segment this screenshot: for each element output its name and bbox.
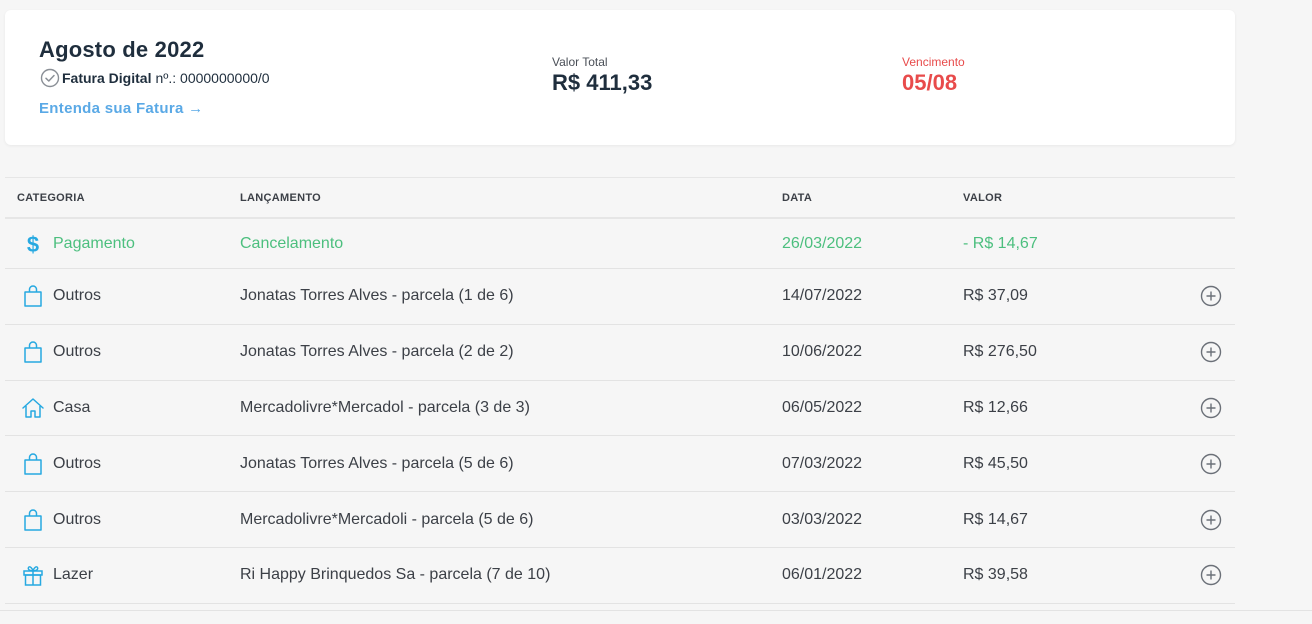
invoice-number: nº.: 0000000000/0 — [155, 70, 270, 86]
row-date: 06/01/2022 — [782, 566, 863, 584]
due-date-block: Vencimento 05/08 — [902, 55, 965, 96]
row-date: 03/03/2022 — [782, 510, 863, 528]
expand-row-icon[interactable] — [1200, 509, 1222, 531]
row-date: 14/07/2022 — [782, 287, 863, 305]
table-row: Outros Mercadolivre*Mercadoli - parcela … — [5, 492, 1235, 548]
expand-row-icon[interactable] — [1200, 564, 1222, 586]
invoice-summary-card: Agosto de 2022 Fatura Digital nº.: 00000… — [5, 10, 1235, 145]
row-value: R$ 39,58 — [963, 566, 1028, 584]
row-value: - R$ 14,67 — [963, 234, 1038, 252]
shopping-bag-icon — [21, 284, 45, 308]
gift-icon — [21, 563, 45, 587]
row-category-label: Outros — [53, 287, 102, 305]
table-row: Casa Mercadolivre*Mercadol - parcela (3 … — [5, 381, 1235, 437]
row-category-label: Outros — [53, 510, 102, 528]
row-category-label: Outros — [53, 343, 102, 361]
dollar-icon: $ — [21, 232, 45, 256]
due-date-value: 05/08 — [902, 70, 958, 95]
total-label: Valor Total — [552, 55, 608, 69]
divider — [0, 610, 1312, 611]
expand-row-icon[interactable] — [1200, 285, 1222, 307]
transactions-table: CATEGORIA LANÇAMENTO DATA VALOR $ Pagame… — [5, 177, 1235, 604]
row-category-label: Casa — [53, 398, 91, 416]
row-date: 10/06/2022 — [782, 343, 863, 361]
invoice-month-title: Agosto de 2022 — [39, 37, 205, 62]
expand-row-icon[interactable] — [1200, 453, 1222, 475]
row-category-label: Lazer — [53, 566, 94, 584]
total-amount-block: Valor Total R$ 411,33 — [552, 55, 652, 96]
row-value: R$ 12,66 — [963, 398, 1028, 416]
table-header: CATEGORIA LANÇAMENTO DATA VALOR — [5, 177, 1235, 219]
row-date: 26/03/2022 — [782, 234, 863, 252]
invoice-digital-label: Fatura Digital — [62, 70, 152, 86]
row-date: 07/03/2022 — [782, 454, 863, 472]
expand-row-icon[interactable] — [1200, 397, 1222, 419]
row-category: Outros — [21, 452, 101, 476]
row-description: Cancelamento — [240, 234, 344, 252]
check-circle-icon — [40, 68, 60, 88]
row-date: 06/05/2022 — [782, 398, 863, 416]
table-row: Outros Jonatas Torres Alves - parcela (2… — [5, 325, 1235, 381]
row-category: $ Pagamento — [21, 232, 135, 256]
row-category: Outros — [21, 508, 101, 532]
shopping-bag-icon — [21, 340, 45, 364]
row-description: Jonatas Torres Alves - parcela (1 de 6) — [240, 287, 514, 305]
shopping-bag-icon — [21, 508, 45, 532]
house-icon — [21, 396, 45, 420]
row-category-label: Outros — [53, 454, 102, 472]
invoice-number-line: Fatura Digital nº.: 0000000000/0 — [40, 68, 270, 88]
row-value: R$ 276,50 — [963, 343, 1037, 361]
row-description: Jonatas Torres Alves - parcela (2 de 2) — [240, 343, 514, 361]
row-description: Jonatas Torres Alves - parcela (5 de 6) — [240, 454, 514, 472]
row-category: Lazer — [21, 563, 93, 587]
column-header-category: CATEGORIA — [17, 192, 85, 204]
table-row: $ Pagamento Cancelamento 26/03/2022 - R$… — [5, 219, 1235, 269]
row-value: R$ 45,50 — [963, 454, 1028, 472]
row-category: Casa — [21, 396, 90, 420]
column-header-value: VALOR — [963, 192, 1003, 204]
column-header-date: DATA — [782, 192, 813, 204]
total-value: R$ 411,33 — [552, 70, 653, 95]
row-category: Outros — [21, 284, 101, 308]
column-header-description: LANÇAMENTO — [240, 192, 322, 204]
understand-invoice-link[interactable]: Entenda sua Fatura → — [39, 100, 203, 117]
expand-row-icon[interactable] — [1200, 341, 1222, 363]
due-date-label: Vencimento — [902, 55, 965, 69]
shopping-bag-icon — [21, 452, 45, 476]
row-description: Mercadolivre*Mercadoli - parcela (5 de 6… — [240, 510, 534, 528]
row-description: Mercadolivre*Mercadol - parcela (3 de 3) — [240, 398, 530, 416]
row-category: Outros — [21, 340, 101, 364]
row-value: R$ 14,67 — [963, 510, 1028, 528]
table-row: Outros Jonatas Torres Alves - parcela (1… — [5, 269, 1235, 325]
row-value: R$ 37,09 — [963, 287, 1028, 305]
row-category-label: Pagamento — [53, 234, 135, 252]
table-row: Lazer Ri Happy Brinquedos Sa - parcela (… — [5, 548, 1235, 604]
table-row: Outros Jonatas Torres Alves - parcela (5… — [5, 436, 1235, 493]
svg-text:$: $ — [27, 232, 39, 256]
row-description: Ri Happy Brinquedos Sa - parcela (7 de 1… — [240, 566, 551, 584]
